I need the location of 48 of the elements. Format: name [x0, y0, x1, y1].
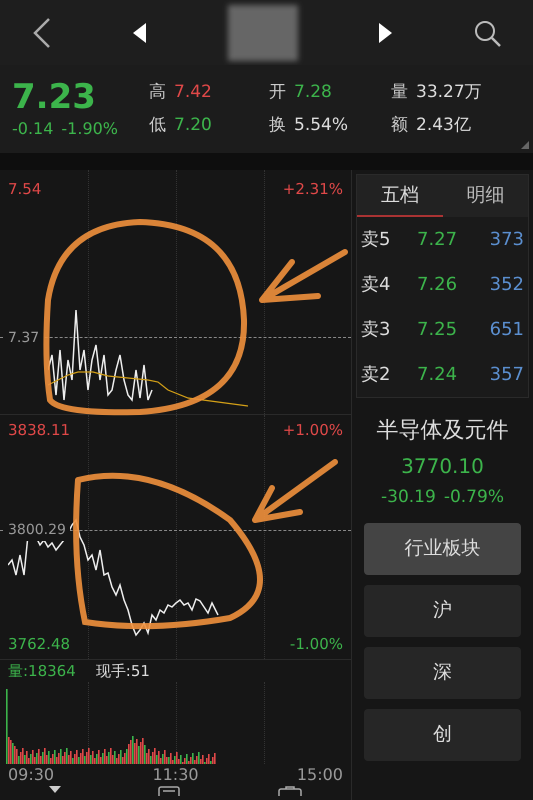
order-volume: 352 — [488, 273, 524, 297]
stat-value: 2.43亿 — [416, 114, 471, 137]
order-level: 卖4 — [361, 273, 392, 297]
stat-label: 量 — [391, 80, 408, 104]
market-button[interactable]: 创 — [364, 708, 521, 760]
price-change-percent: -1.90% — [61, 118, 118, 140]
order-volume: 651 — [488, 318, 524, 342]
order-volume: 357 — [488, 363, 524, 387]
last-price: 7.23 — [12, 77, 97, 117]
index-high-value: 3838.11 — [8, 420, 70, 441]
order-price: 7.24 — [417, 363, 458, 387]
index-low-value: 3762.48 — [8, 634, 70, 654]
sector-change-percent: -0.79% — [444, 486, 504, 509]
stat-label: 低 — [149, 114, 166, 137]
chart-high-percent: +2.31% — [282, 179, 343, 200]
order-price: 7.26 — [417, 273, 458, 297]
time-label: 15:00 — [296, 764, 343, 786]
order-volume: 373 — [488, 228, 524, 252]
market-button[interactable]: 深 — [364, 646, 521, 698]
stat-value: 5.54% — [294, 114, 348, 137]
stat-label: 换 — [269, 114, 286, 137]
order-price: 7.25 — [417, 318, 458, 342]
sector-name: 半导体及元件 — [376, 417, 508, 445]
time-label: 11:30 — [152, 764, 199, 786]
order-level: 卖2 — [361, 363, 392, 387]
stat-value: 7.28 — [294, 80, 332, 104]
current-hand: 现手:51 — [96, 660, 150, 682]
index-high-percent: +1.00% — [282, 420, 343, 441]
volume-total: 量:18364 — [8, 660, 76, 682]
stat-label: 高 — [149, 80, 166, 104]
sector-change: -30.19 — [381, 486, 436, 509]
stat-value: 7.42 — [174, 80, 212, 104]
order-level: 卖5 — [361, 228, 392, 252]
sector-value: 3770.10 — [401, 453, 484, 480]
market-button[interactable]: 行业板块 — [364, 522, 521, 574]
stat-value: 33.27万 — [416, 80, 482, 104]
stat-label: 额 — [391, 114, 408, 137]
order-book-tab[interactable]: 明细 — [442, 175, 528, 217]
market-button[interactable]: 沪 — [364, 584, 521, 636]
stat-label: 开 — [269, 80, 286, 104]
order-price: 7.27 — [417, 228, 458, 252]
order-book-tab[interactable]: 五档 — [357, 175, 442, 217]
index-low-percent: -1.00% — [290, 634, 343, 654]
order-level: 卖3 — [361, 318, 392, 342]
stat-value: 7.20 — [174, 114, 212, 137]
chart-high-price: 7.54 — [8, 179, 42, 200]
time-label: 09:30 — [8, 764, 54, 786]
price-change: -0.14 — [12, 118, 54, 140]
